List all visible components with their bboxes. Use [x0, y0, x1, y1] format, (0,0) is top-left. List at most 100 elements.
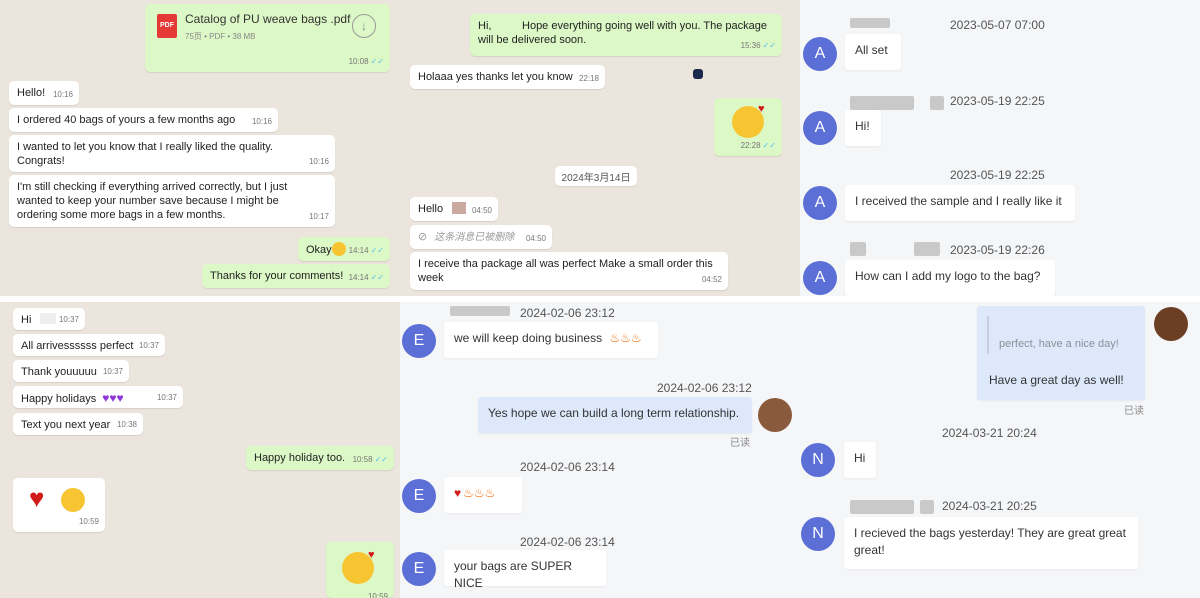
- incoming-message: Happy holidays ♥♥♥ 10:37: [13, 386, 183, 408]
- message-time: 15:36: [740, 41, 761, 50]
- redacted-block: [40, 313, 57, 324]
- fire-icon: ♨♨♨: [609, 331, 642, 345]
- read-check-icon: ✓✓: [762, 141, 776, 150]
- message-text: I wanted to let you know that I really l…: [17, 141, 273, 167]
- message-text: Happy holiday too.: [254, 452, 346, 464]
- message-time: 10:59: [367, 592, 388, 598]
- incoming-message: your bags are SUPER NICE: [444, 550, 606, 590]
- message-time: 22:18: [578, 74, 599, 83]
- file-meta: 75页 • PDF • 38 MB: [185, 32, 256, 41]
- avatar: A: [803, 111, 837, 145]
- quoted-message: perfect, have a nice day!: [987, 316, 1137, 354]
- message-time: 10:38: [116, 420, 137, 429]
- message-time: 10:16: [52, 90, 73, 99]
- message-timestamp: 2024-02-06 23:12: [657, 381, 752, 395]
- deleted-message: ⊘ 这条消息已被删除 04:50: [410, 225, 552, 249]
- incoming-message: I received the sample and I really like …: [845, 185, 1075, 221]
- incoming-message: we will keep doing business ♨♨♨: [444, 322, 658, 358]
- user-avatar: [758, 398, 792, 432]
- incoming-message: How can I add my logo to the bag?: [845, 260, 1055, 296]
- incoming-message: Hi: [844, 442, 876, 478]
- read-check-icon: ✓✓: [762, 41, 776, 50]
- message-time: 10:37: [102, 367, 123, 376]
- message-time: 10:08: [348, 57, 369, 66]
- incoming-message: Text you next year 10:38: [13, 413, 143, 435]
- redacted-name: [920, 500, 934, 514]
- message-time: 10:59: [78, 517, 99, 526]
- blocked-icon: ⊘: [418, 231, 428, 243]
- avatar: A: [803, 37, 837, 71]
- message-timestamp: 2024-03-21 20:24: [942, 426, 1037, 440]
- message-time: 04:52: [701, 275, 722, 284]
- message-text: All arrivessssss perfect: [21, 340, 134, 352]
- read-status: 已读: [730, 438, 750, 449]
- outgoing-message: Hi, Hope everything going well with you.…: [470, 14, 782, 56]
- file-message[interactable]: PDF Catalog of PU weave bags .pdf 75页 • …: [145, 4, 390, 72]
- message-text: I'm still checking if everything arrived…: [17, 181, 288, 221]
- read-check-icon: ✓✓: [374, 455, 388, 464]
- message-timestamp: 2023-05-19 22:25: [950, 94, 1045, 108]
- avatar: E: [402, 324, 436, 358]
- read-status: 已读: [1124, 406, 1144, 417]
- avatar: E: [402, 479, 436, 513]
- outgoing-message: Yes hope we can build a long term relati…: [478, 397, 752, 433]
- avatar: E: [402, 552, 436, 586]
- message-timestamp: 2023-05-19 22:26: [950, 243, 1045, 257]
- outgoing-reply-message: perfect, have a nice day! Have a great d…: [977, 306, 1145, 400]
- redacted-name: [930, 96, 944, 110]
- read-check-icon: ✓✓: [370, 273, 384, 282]
- avatar: A: [803, 186, 837, 220]
- message-text: Have a great day as well!: [989, 373, 1124, 387]
- emoji-message: ♥ 22:28 ✓✓: [714, 98, 782, 156]
- purple-heart-icon: ♥♥♥: [102, 391, 124, 405]
- message-timestamp: 2024-03-21 20:25: [942, 499, 1037, 513]
- message-text: I receive tha package all was perfect Ma…: [418, 258, 713, 284]
- redacted-name: [850, 18, 890, 28]
- red-heart-icon: ♥: [454, 486, 462, 500]
- fire-icon: ♨♨♨: [463, 486, 496, 500]
- download-icon[interactable]: ↓: [352, 14, 376, 38]
- message-timestamp: 2024-02-06 23:14: [520, 460, 615, 474]
- emoji-message: ♥ 10:59: [13, 478, 105, 532]
- message-text: Happy holidays: [21, 393, 97, 405]
- chat-panel-3: 2023-05-07 07:00 A All set 2023-05-19 22…: [800, 0, 1200, 296]
- message-time: 14:14: [348, 246, 369, 255]
- message-text: I ordered 40 bags of yours a few months …: [17, 114, 236, 126]
- message-time: 10:37: [58, 315, 79, 324]
- redacted-name: [850, 500, 914, 514]
- message-text: Hello: [418, 203, 444, 215]
- message-text: 这条消息已被删除: [434, 232, 515, 243]
- incoming-message: I receive tha package all was perfect Ma…: [410, 252, 728, 290]
- smiling-face-emoji: [331, 242, 346, 256]
- read-check-icon: ✓✓: [370, 57, 384, 66]
- smiling-face-emoji: [61, 488, 85, 512]
- date-chip: 2024年3月14日: [555, 166, 637, 186]
- avatar: N: [801, 443, 835, 477]
- message-time: 04:50: [525, 234, 546, 243]
- emoji-message: ♥ 10:59: [326, 542, 394, 598]
- red-heart-icon: ♥: [29, 483, 45, 513]
- heart-icon: ♥: [758, 103, 765, 115]
- message-text: Thank youuuuu: [21, 366, 97, 378]
- incoming-message: I recieved the bags yesterday! They are …: [844, 517, 1138, 569]
- chat-panel-1: PDF Catalog of PU weave bags .pdf 75页 • …: [0, 0, 400, 296]
- incoming-message: ♥ ♨♨♨: [444, 477, 522, 513]
- chat-panel-5: 2024-02-06 23:12 E we will keep doing bu…: [400, 302, 800, 598]
- message-time: 10:58: [352, 455, 373, 464]
- message-text: Hello!: [17, 87, 46, 99]
- avatar: A: [803, 261, 837, 295]
- file-name: Catalog of PU weave bags .pdf: [185, 12, 351, 26]
- incoming-message: Hello 04:50: [410, 197, 498, 221]
- avatar: N: [801, 517, 835, 551]
- message-time: 10:16: [308, 157, 329, 166]
- read-check-icon: ✓✓: [370, 246, 384, 255]
- pdf-icon: PDF: [157, 14, 177, 38]
- redacted-name: [450, 306, 510, 316]
- message-time: 10:16: [251, 117, 272, 126]
- message-time: 10:17: [308, 212, 329, 221]
- message-time: 10:37: [156, 393, 177, 402]
- message-timestamp: 2023-05-19 22:25: [950, 168, 1045, 182]
- chat-panel-4: Hi 10:37 All arrivessssss perfect 10:37 …: [0, 302, 400, 598]
- incoming-message: Hi!: [845, 110, 881, 146]
- incoming-message: I'm still checking if everything arrived…: [9, 175, 335, 227]
